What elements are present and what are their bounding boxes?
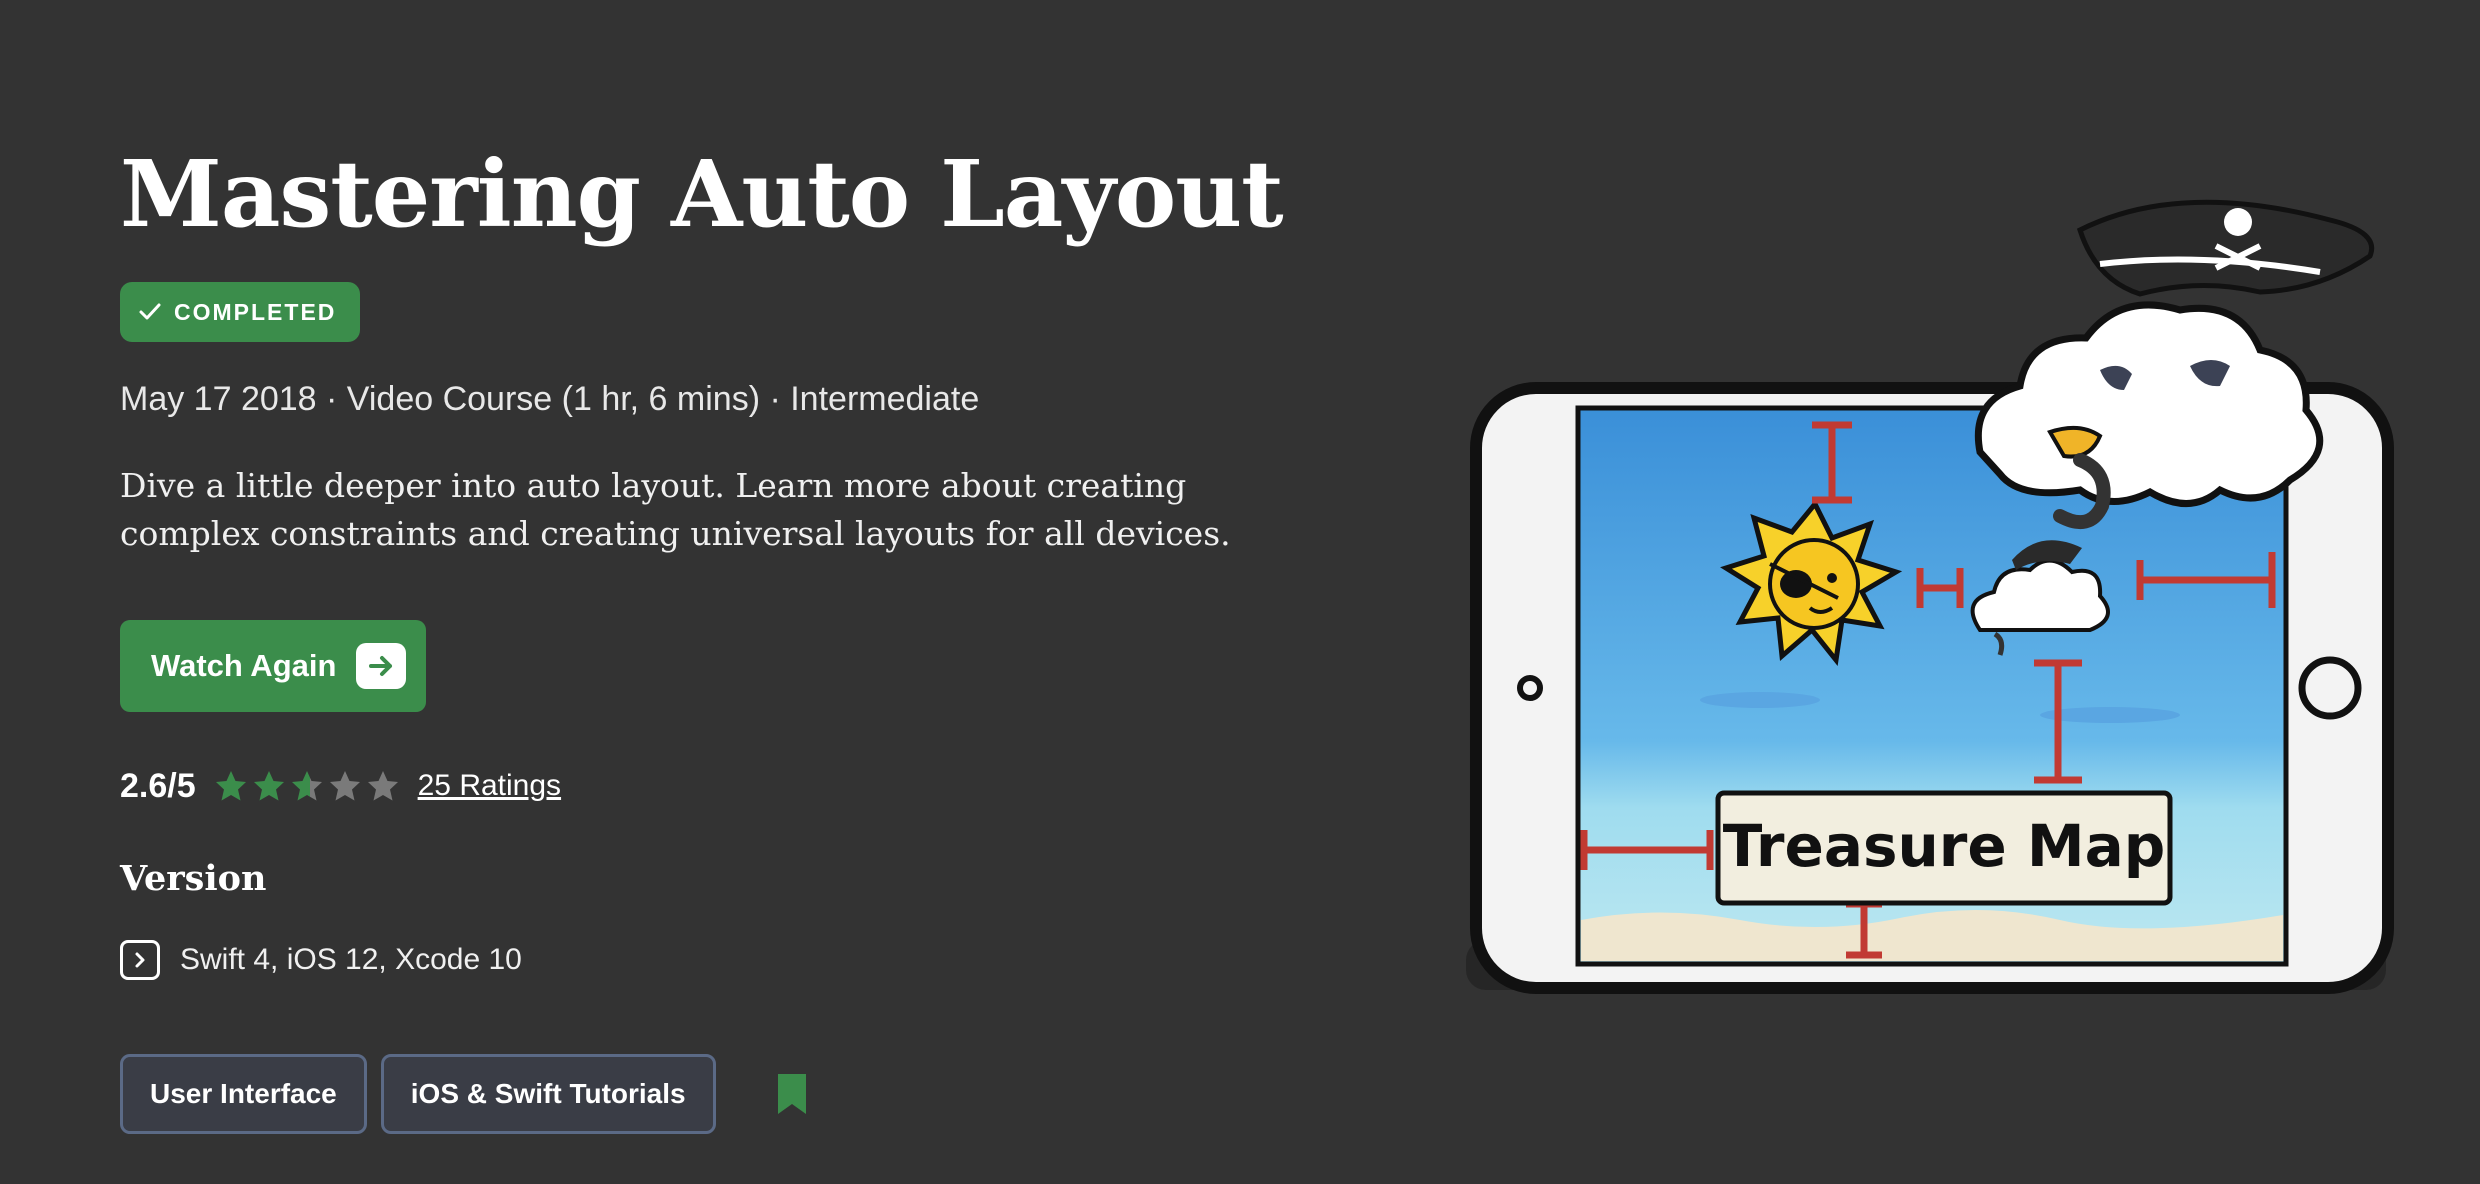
- bookmark-icon[interactable]: [776, 1074, 808, 1114]
- version-row[interactable]: Swift 4, iOS 12, Xcode 10: [120, 940, 522, 980]
- star-icon: [329, 771, 360, 801]
- treasure-map-sign: Treasure Map: [1715, 790, 2173, 906]
- rating-row: 2.6/5 25 Ratings: [120, 762, 561, 810]
- version-text: Swift 4, iOS 12, Xcode 10: [180, 943, 522, 976]
- course-description: Dive a little deeper into auto layout. L…: [120, 466, 1231, 553]
- version-heading: Version: [120, 858, 267, 899]
- tag-user-interface[interactable]: User Interface: [120, 1054, 367, 1134]
- watch-again-button[interactable]: Watch Again: [120, 620, 426, 712]
- ratings-count-link[interactable]: 25 Ratings: [418, 769, 561, 803]
- rating-score: 2.6/5: [120, 766, 196, 805]
- tag-ios-swift-tutorials[interactable]: iOS & Swift Tutorials: [380, 1054, 716, 1134]
- watch-again-label: Watch Again: [151, 648, 337, 683]
- status-badge: COMPLETED: [120, 282, 361, 342]
- status-badge-label: COMPLETED: [174, 298, 337, 325]
- arrow-right-icon: [356, 643, 407, 689]
- tag-list: User Interface iOS & Swift Tutorials: [120, 1054, 808, 1134]
- chevron-right-icon[interactable]: [120, 940, 160, 980]
- star-icon: [253, 771, 284, 801]
- star-icon: [291, 771, 322, 801]
- course-artwork: Treasure Map: [1466, 199, 2394, 994]
- course-meta: May 17 2018 · Video Course (1 hr, 6 mins…: [120, 380, 980, 418]
- checkmark-icon: [139, 303, 161, 320]
- rating-stars: [214, 769, 400, 803]
- page-title: Mastering Auto Layout: [120, 140, 1284, 248]
- star-icon: [367, 771, 398, 801]
- star-icon: [215, 771, 246, 801]
- sign-text: Treasure Map: [1723, 812, 2166, 880]
